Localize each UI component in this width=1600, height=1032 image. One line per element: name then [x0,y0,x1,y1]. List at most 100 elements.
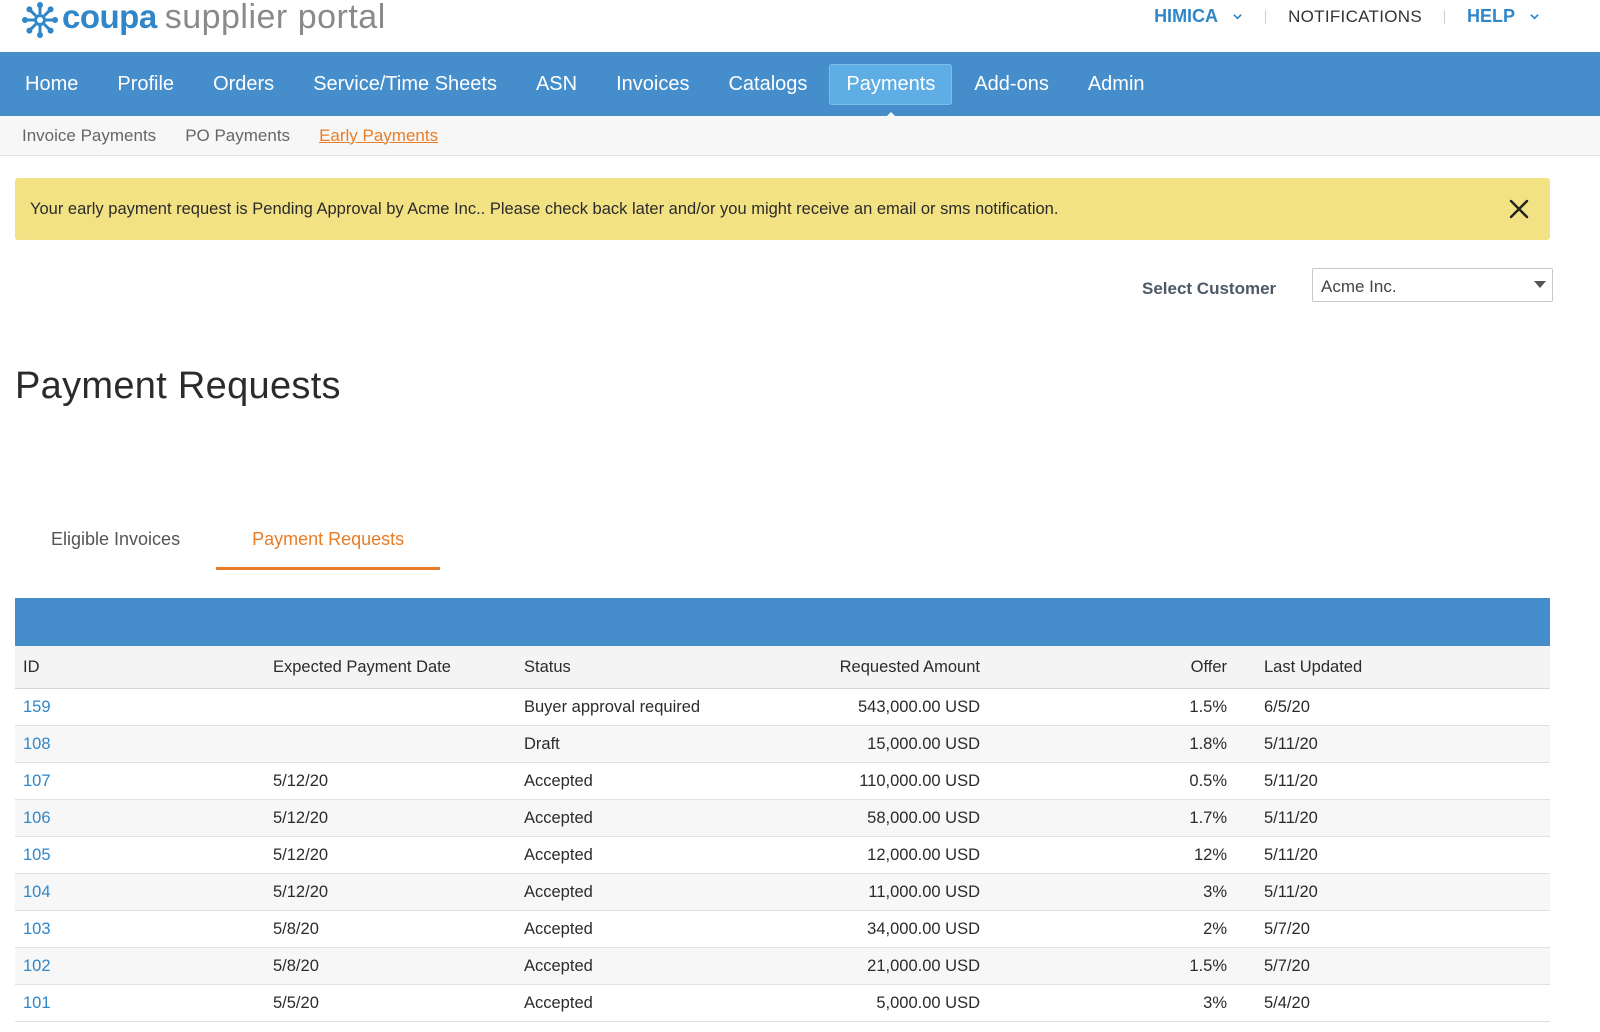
last-updated: 5/11/20 [1246,799,1550,837]
tab-payment-requests[interactable]: Payment Requests [216,520,441,570]
subnav-item-early-payments[interactable]: Early Payments [319,126,438,146]
column-header-last-updated[interactable]: Last Updated [1246,646,1550,689]
table-row: 159 Buyer approval required 543,000.00 U… [15,688,1550,726]
nav-item-asn[interactable]: ASN [519,64,594,105]
divider [1265,9,1267,24]
nav-item-profile[interactable]: Profile [100,64,191,105]
status: Accepted [516,762,734,800]
page-title: Payment Requests [15,365,341,407]
divider [1443,9,1445,24]
expected-payment-date: 5/12/20 [265,873,516,911]
offer: 3% [988,984,1246,1022]
subnav-item-po-payments[interactable]: PO Payments [185,126,290,146]
last-updated: 5/11/20 [1246,873,1550,911]
table-row: 106 5/12/20 Accepted 58,000.00 USD 1.7% … [15,799,1550,837]
column-header-requested-amount[interactable]: Requested Amount [734,646,988,689]
column-header-status[interactable]: Status [516,646,734,689]
expected-payment-date [265,688,516,726]
requested-amount: 34,000.00 USD [734,910,988,948]
offer: 1.5% [988,688,1246,726]
request-id-link[interactable]: 103 [15,910,265,948]
main-nav: Home Profile Orders Service/Time Sheets … [0,52,1600,120]
top-header: coupa supplier portal HIMICA NOTIFICATIO… [0,0,1600,52]
notifications-link[interactable]: NOTIFICATIONS [1288,7,1422,27]
last-updated: 5/7/20 [1246,910,1550,948]
requested-amount: 21,000.00 USD [734,947,988,985]
help-menu-label: HELP [1466,6,1515,26]
requested-amount: 543,000.00 USD [734,688,988,726]
nav-item-service-time-sheets[interactable]: Service/Time Sheets [296,64,514,105]
request-id-link[interactable]: 101 [15,984,265,1022]
offer: 1.7% [988,799,1246,837]
nav-item-admin[interactable]: Admin [1071,64,1162,105]
table-toolbar [15,598,1550,646]
requested-amount: 11,000.00 USD [734,873,988,911]
coupa-logo[interactable]: coupa supplier portal [20,0,386,40]
logo-product-text: supplier portal [164,0,386,36]
customer-select[interactable]: Acme Inc. [1312,268,1553,302]
last-updated: 6/5/20 [1246,688,1550,726]
table-row: 102 5/8/20 Accepted 21,000.00 USD 1.5% 5… [15,947,1550,985]
nav-item-catalogs[interactable]: Catalogs [711,64,824,105]
close-icon[interactable] [1508,198,1530,220]
offer: 3% [988,873,1246,911]
nav-item-home[interactable]: Home [8,64,95,105]
expected-payment-date [265,725,516,763]
table-row: 107 5/12/20 Accepted 110,000.00 USD 0.5%… [15,762,1550,800]
chevron-down-icon [1530,14,1539,20]
expected-payment-date: 5/12/20 [265,762,516,800]
logo-brand-text: coupa [62,0,157,35]
offer: 0.5% [988,762,1246,800]
request-id-link[interactable]: 107 [15,762,265,800]
expected-payment-date: 5/8/20 [265,947,516,985]
nav-item-invoices[interactable]: Invoices [599,64,706,105]
request-id-link[interactable]: 108 [15,725,265,763]
column-header-offer[interactable]: Offer [988,646,1246,689]
table-header-row: ID Expected Payment Date Status Requeste… [15,646,1550,689]
table-row: 108 Draft 15,000.00 USD 1.8% 5/11/20 [15,725,1550,763]
alert-message: Your early payment request is Pending Ap… [30,199,1059,218]
last-updated: 5/11/20 [1246,725,1550,763]
tab-eligible-invoices[interactable]: Eligible Invoices [15,520,216,569]
table-row: 105 5/12/20 Accepted 12,000.00 USD 12% 5… [15,836,1550,874]
request-id-link[interactable]: 102 [15,947,265,985]
offer: 2% [988,910,1246,948]
status: Accepted [516,947,734,985]
request-id-link[interactable]: 104 [15,873,265,911]
expected-payment-date: 5/12/20 [265,836,516,874]
nav-item-add-ons[interactable]: Add-ons [957,64,1066,105]
nav-item-payments[interactable]: Payments [829,63,953,120]
requested-amount: 12,000.00 USD [734,836,988,874]
offer: 1.8% [988,725,1246,763]
status: Accepted [516,799,734,837]
requested-amount: 58,000.00 USD [734,799,988,837]
status: Accepted [516,873,734,911]
nav-item-orders[interactable]: Orders [196,64,291,105]
payment-requests-table: ID Expected Payment Date Status Requeste… [15,646,1550,1022]
status: Accepted [516,984,734,1022]
expected-payment-date: 5/5/20 [265,984,516,1022]
request-id-link[interactable]: 105 [15,836,265,874]
column-header-expected-payment-date[interactable]: Expected Payment Date [265,646,516,689]
offer: 1.5% [988,947,1246,985]
requested-amount: 15,000.00 USD [734,725,988,763]
user-menu-label: HIMICA [1154,6,1219,26]
table-row: 104 5/12/20 Accepted 11,000.00 USD 3% 5/… [15,873,1550,911]
help-menu[interactable]: HELP [1467,6,1540,27]
column-header-id[interactable]: ID [15,646,265,689]
pending-approval-alert: Your early payment request is Pending Ap… [15,178,1550,240]
table-row: 103 5/8/20 Accepted 34,000.00 USD 2% 5/7… [15,910,1550,948]
logo-snowflake-icon [22,2,58,38]
requested-amount: 5,000.00 USD [734,984,988,1022]
sub-nav: Invoice Payments PO Payments Early Payme… [0,116,1600,156]
request-id-link[interactable]: 159 [15,688,265,726]
request-id-link[interactable]: 106 [15,799,265,837]
offer: 12% [988,836,1246,874]
select-customer-label: Select Customer [1142,279,1277,298]
status: Accepted [516,836,734,874]
requested-amount: 110,000.00 USD [734,762,988,800]
user-menu[interactable]: HIMICA [1154,6,1243,27]
chevron-down-icon [1233,14,1242,20]
subnav-item-invoice-payments[interactable]: Invoice Payments [22,126,156,146]
status: Draft [516,725,734,763]
